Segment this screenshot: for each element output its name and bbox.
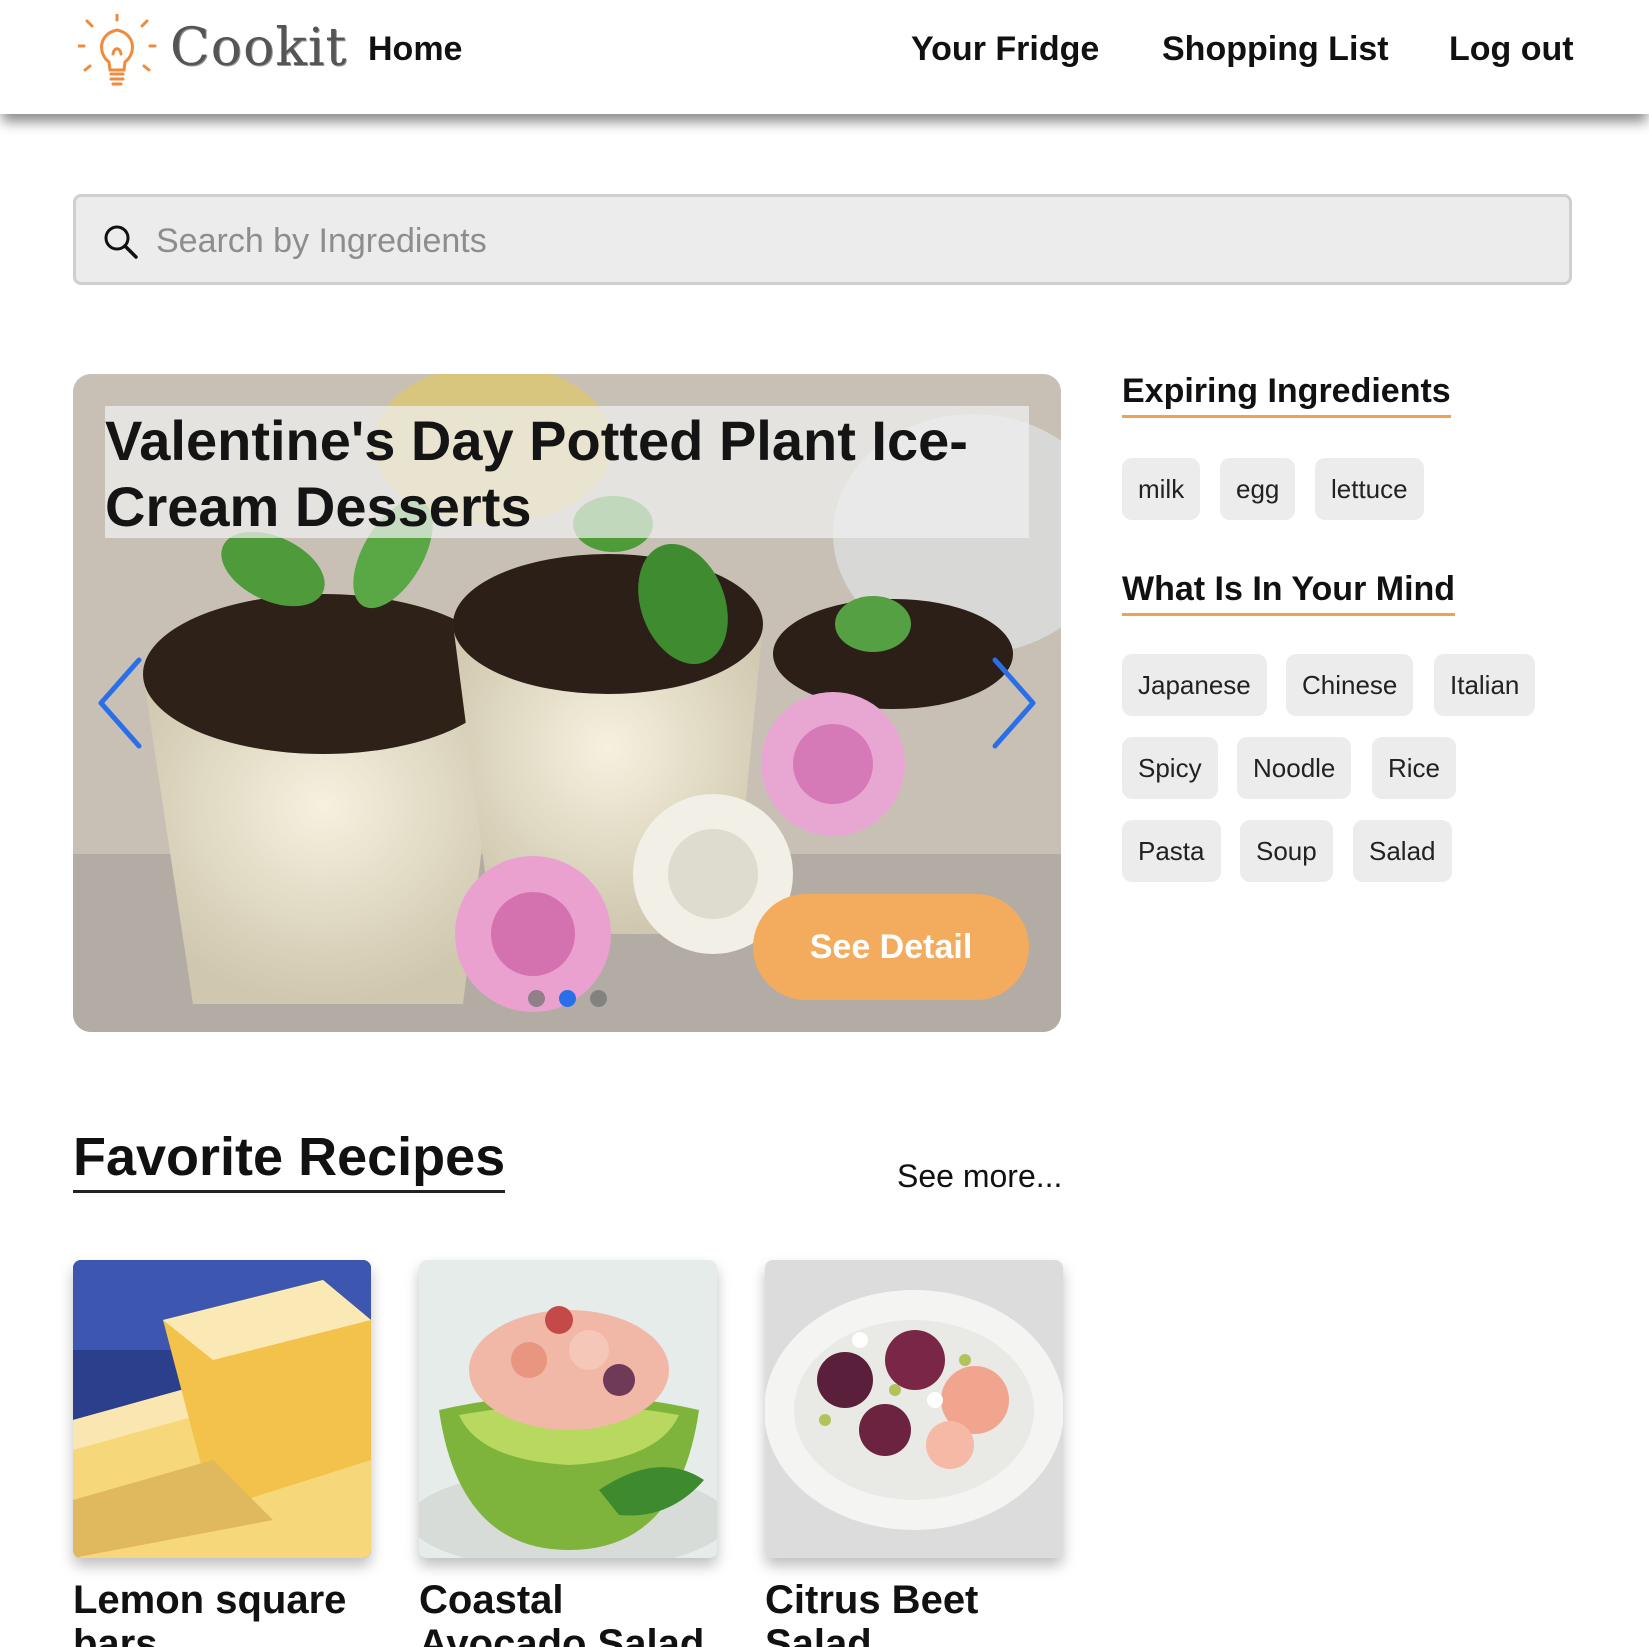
chip-soup[interactable]: Soup: [1240, 820, 1333, 882]
carousel-dot[interactable]: [528, 990, 545, 1007]
search-input[interactable]: [156, 213, 1536, 269]
recipe-card[interactable]: Coastal Avocado Salad: [419, 1260, 717, 1647]
nav-shopping-list[interactable]: Shopping List: [1162, 30, 1389, 69]
recipe-title[interactable]: Lemon square bars: [73, 1578, 371, 1647]
chip-salad[interactable]: Salad: [1353, 820, 1452, 882]
search-icon: [104, 225, 138, 259]
chip-expiring-egg[interactable]: egg: [1220, 458, 1296, 520]
see-detail-button[interactable]: See Detail: [753, 894, 1029, 1000]
chip-japanese[interactable]: Japanese: [1122, 654, 1267, 716]
chip-expiring-milk[interactable]: milk: [1122, 458, 1201, 520]
chip-spicy[interactable]: Spicy: [1122, 737, 1218, 799]
carousel-title[interactable]: Valentine's Day Potted Plant Ice-Cream D…: [105, 408, 1029, 540]
chip-noodle[interactable]: Noodle: [1237, 737, 1352, 799]
carousel-dot[interactable]: [590, 990, 607, 1007]
chip-expiring-lettuce[interactable]: lettuce: [1315, 458, 1424, 520]
recipe-title[interactable]: Coastal Avocado Salad: [419, 1578, 717, 1647]
chevron-right-icon[interactable]: [989, 656, 1039, 750]
top-navbar: Cookit Home Your Fridge Shopping List Lo…: [0, 0, 1649, 114]
recipe-card[interactable]: Lemon square bars: [73, 1260, 371, 1647]
carousel-indicators: [528, 990, 607, 1007]
see-more-link[interactable]: See more...: [897, 1158, 1062, 1195]
search-bar: [73, 194, 1572, 285]
lightbulb-logo-icon[interactable]: [78, 14, 160, 88]
recipe-image: [73, 1260, 371, 1558]
recipe-card[interactable]: Citrus Beet Salad: [765, 1260, 1063, 1647]
chevron-left-icon[interactable]: [95, 656, 145, 750]
recipe-image: [419, 1260, 717, 1558]
brand-name[interactable]: Cookit: [170, 18, 347, 78]
what-is-in-your-mind-heading: What Is In Your Mind: [1122, 570, 1456, 616]
nav-your-fridge[interactable]: Your Fridge: [911, 30, 1099, 69]
featured-recipe-carousel[interactable]: Valentine's Day Potted Plant Ice-Cream D…: [73, 374, 1061, 1032]
nav-log-out[interactable]: Log out: [1449, 30, 1574, 69]
recipe-title[interactable]: Citrus Beet Salad: [765, 1578, 1063, 1647]
chip-chinese[interactable]: Chinese: [1286, 654, 1414, 716]
chip-italian[interactable]: Italian: [1434, 654, 1536, 716]
chip-rice[interactable]: Rice: [1372, 737, 1457, 799]
carousel-dot-active[interactable]: [559, 990, 576, 1007]
favorite-recipes-heading: Favorite Recipes: [73, 1126, 506, 1193]
nav-home[interactable]: Home: [368, 30, 462, 69]
recipe-image: [765, 1260, 1063, 1558]
expiring-ingredients-heading: Expiring Ingredients: [1122, 372, 1451, 418]
chip-pasta[interactable]: Pasta: [1122, 820, 1221, 882]
